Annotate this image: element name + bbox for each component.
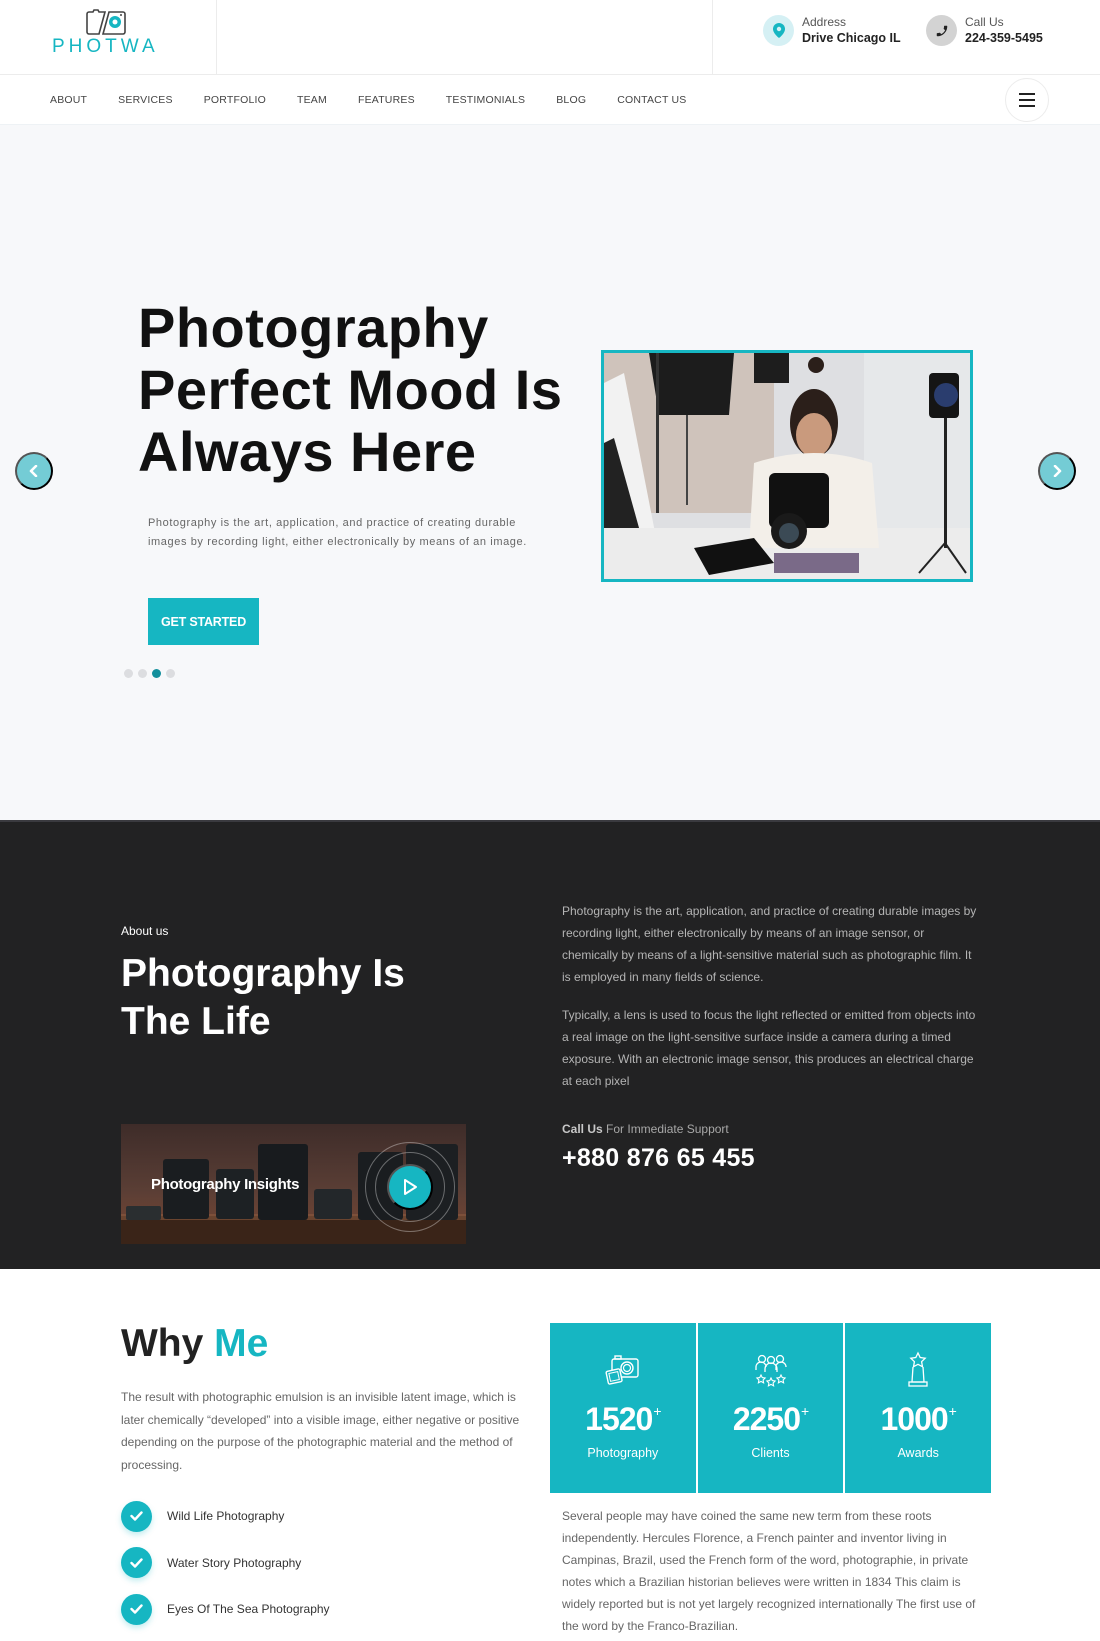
slider-next-button[interactable] — [1038, 452, 1076, 490]
photographer-illustration — [604, 353, 970, 579]
slider-dot-1[interactable] — [124, 669, 133, 678]
award-trophy-icon — [908, 1351, 928, 1387]
stat-card: 2250+ Clients — [697, 1323, 846, 1493]
top-header: PHOTWA Address Drive Chicago IL Call Us … — [0, 0, 1100, 75]
call-info: Call Us 224-359-5495 — [926, 15, 1043, 46]
about-paragraph: Photography is the art, application, and… — [562, 904, 977, 984]
address-info: Address Drive Chicago IL — [763, 15, 901, 46]
stat-card: 1520+ Photography — [550, 1323, 698, 1493]
about-title-line: Photography Is — [121, 952, 405, 995]
checklist-label: Eyes Of The Sea Photography — [167, 1602, 330, 1616]
checklist-label: Wild Life Photography — [167, 1509, 285, 1523]
stat-label: Clients — [751, 1446, 790, 1460]
nav-item-team[interactable]: TEAM — [297, 94, 327, 106]
call-value[interactable]: 224-359-5495 — [965, 30, 1043, 46]
stat-card: 1000+ Awards — [845, 1323, 992, 1493]
checklist-item: Water Story Photography — [121, 1547, 330, 1578]
map-pin-icon — [763, 15, 794, 46]
support-line: Call Us For Immediate Support — [562, 1122, 729, 1136]
phone-icon — [926, 15, 957, 46]
hero-slider: Photography Perfect Mood Is Always Here … — [0, 125, 1100, 820]
about-title: Photography Is The Life — [121, 950, 461, 1046]
hero-title-line: Photography — [138, 296, 489, 359]
video-title: Photography Insights — [151, 1176, 300, 1193]
about-section: About us Photography Is The Life Photogr… — [0, 820, 1100, 1269]
contact-info: Address Drive Chicago IL Call Us 224-359… — [712, 0, 1100, 75]
chevron-left-icon — [29, 465, 38, 477]
why-history-text: Several people may have coined the same … — [562, 1509, 976, 1633]
support-phone[interactable]: +880 876 65 455 — [562, 1144, 755, 1173]
check-icon — [121, 1593, 152, 1625]
feature-checklist: Wild Life Photography Water Story Photog… — [121, 1500, 330, 1641]
stat-value: 2250+ — [732, 1401, 809, 1437]
checklist-item: Wild Life Photography — [121, 1500, 330, 1532]
why-title: Why Me — [121, 1322, 268, 1366]
slider-dot-3[interactable] — [152, 669, 161, 678]
hero-title-line: Always Here — [138, 420, 477, 483]
nav-item-contact-us[interactable]: CONTACT US — [617, 94, 686, 106]
about-paragraph: Typically, a lens is used to focus the l… — [562, 1008, 976, 1088]
slider-pagination — [124, 669, 180, 678]
support-rest: For Immediate Support — [602, 1122, 729, 1136]
check-icon — [121, 1500, 152, 1532]
hero-title: Photography Perfect Mood Is Always Here — [138, 297, 578, 483]
hamburger-menu-icon — [1019, 91, 1035, 109]
checklist-item: Eyes Of The Sea Photography — [121, 1593, 330, 1625]
address-label: Address — [802, 15, 847, 29]
why-me-section: Why Me The result with photographic emul… — [0, 1269, 1100, 1641]
nav-item-portfolio[interactable]: PORTFOLIO — [204, 94, 266, 106]
camera-logo-icon — [86, 9, 126, 35]
why-title-plain: Why — [121, 1322, 204, 1365]
nav-item-features[interactable]: FEATURES — [358, 94, 415, 106]
nav-item-about[interactable]: ABOUT — [50, 94, 87, 106]
clients-stars-icon — [754, 1354, 787, 1387]
support-bold: Call Us — [562, 1122, 603, 1136]
play-video-button[interactable] — [387, 1164, 433, 1210]
hero-image — [601, 350, 973, 582]
stat-label: Awards — [897, 1446, 939, 1460]
camera-photos-icon — [605, 1355, 639, 1385]
stat-label: Photography — [587, 1446, 659, 1460]
slider-prev-button[interactable] — [15, 452, 53, 490]
logo[interactable]: PHOTWA — [0, 0, 217, 75]
why-description: The result with photographic emulsion is… — [121, 1390, 520, 1472]
nav-item-blog[interactable]: BLOG — [556, 94, 586, 106]
menu-button[interactable] — [1005, 78, 1049, 122]
checklist-label: Water Story Photography — [167, 1555, 302, 1570]
slider-dot-2[interactable] — [138, 669, 147, 678]
stats-grid: 1520+ Photography 2250+ Clients 1000+ Aw… — [550, 1323, 992, 1493]
about-title-line: The Life — [121, 1000, 271, 1043]
address-value: Drive Chicago IL — [802, 31, 901, 45]
hero-title-line: Perfect Mood Is — [138, 358, 563, 421]
call-label: Call Us — [965, 15, 1004, 29]
why-title-accent: Me — [214, 1322, 269, 1365]
chevron-right-icon — [1053, 465, 1062, 477]
nav-item-testimonials[interactable]: TESTIMONIALS — [446, 94, 525, 106]
about-kicker: About us — [121, 924, 169, 938]
get-started-button[interactable]: GET STARTED — [148, 598, 259, 645]
stat-value: 1000+ — [880, 1401, 956, 1437]
brand-name: PHOTWA — [52, 36, 159, 57]
slider-dot-4[interactable] — [166, 669, 175, 678]
nav-item-services[interactable]: SERVICES — [118, 94, 173, 106]
video-card[interactable]: Photography Insights — [121, 1124, 466, 1244]
stat-value: 1520+ — [585, 1401, 661, 1437]
main-nav: ABOUT SERVICES PORTFOLIO TEAM FEATURES T… — [0, 75, 1100, 125]
hero-description: Photography is the art, application, and… — [148, 517, 527, 548]
check-icon — [121, 1547, 152, 1578]
play-icon — [404, 1179, 417, 1195]
